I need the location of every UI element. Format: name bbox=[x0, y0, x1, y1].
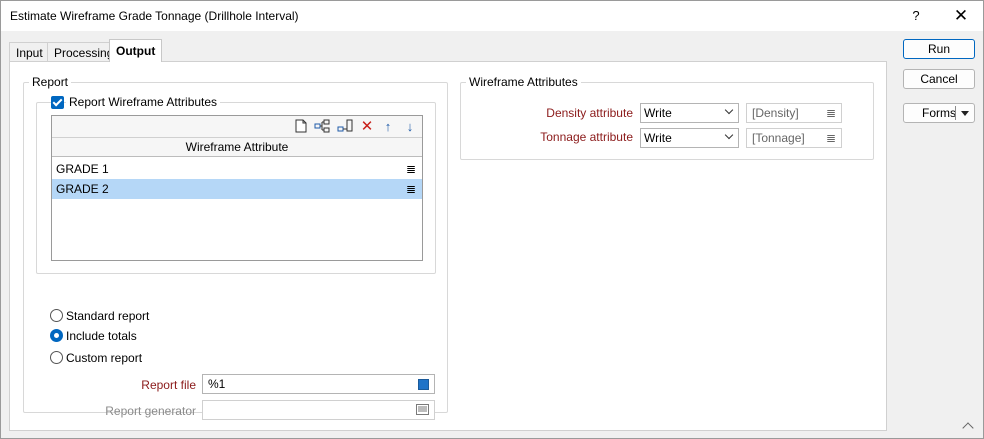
density-mode-select[interactable]: Write bbox=[640, 103, 739, 123]
report-file-label: Report file bbox=[141, 378, 196, 392]
report-file-input[interactable]: %1 bbox=[202, 374, 435, 394]
tonnage-mode-value: Write bbox=[644, 131, 672, 145]
dialog-window: Estimate Wireframe Grade Tonnage (Drillh… bbox=[0, 0, 984, 439]
cancel-button[interactable]: Cancel bbox=[903, 69, 975, 89]
forms-button[interactable]: Forms bbox=[903, 103, 975, 123]
chevron-down-icon bbox=[724, 105, 734, 115]
report-wireframe-checkbox[interactable] bbox=[51, 96, 64, 109]
chevron-down-icon bbox=[724, 130, 734, 140]
wireframe-attributes-group: Wireframe Attributes Density attribute W… bbox=[460, 75, 874, 160]
tab-input[interactable]: Input bbox=[9, 42, 50, 61]
close-icon[interactable]: ✕ bbox=[950, 6, 972, 26]
window-title: Estimate Wireframe Grade Tonnage (Drillh… bbox=[10, 9, 299, 23]
report-generator-label: Report generator bbox=[105, 404, 196, 418]
density-attribute-input[interactable]: [Density] ≣ bbox=[746, 103, 842, 123]
list-icon[interactable]: ≣ bbox=[826, 132, 836, 144]
row-menu-icon[interactable]: ≣ bbox=[406, 179, 416, 199]
report-group: Report Report Wireframe Attributes ✕ ↑ ↓… bbox=[23, 75, 448, 420]
run-button[interactable]: Run bbox=[903, 39, 975, 59]
tab-output[interactable]: Output bbox=[109, 39, 163, 62]
insert-after-icon[interactable] bbox=[337, 119, 353, 135]
help-icon[interactable]: ? bbox=[906, 6, 926, 26]
report-file-value: %1 bbox=[208, 377, 226, 391]
wireframe-attributes-label: Wireframe Attributes bbox=[466, 75, 581, 89]
list-item-label: GRADE 1 bbox=[56, 162, 109, 176]
include-totals-label[interactable]: Include totals bbox=[66, 329, 137, 343]
insert-icon[interactable] bbox=[314, 119, 330, 135]
report-group-label: Report bbox=[29, 75, 72, 89]
list-item[interactable]: GRADE 1 ≣ bbox=[52, 159, 422, 179]
list-toolbar: ✕ ↑ ↓ bbox=[52, 116, 422, 138]
output-panel: Report Report Wireframe Attributes ✕ ↑ ↓… bbox=[9, 61, 887, 431]
split-divider bbox=[955, 106, 956, 120]
move-down-icon[interactable]: ↓ bbox=[402, 119, 418, 135]
report-wireframe-checkbox-label[interactable]: Report Wireframe Attributes bbox=[66, 95, 221, 109]
color-picker-icon[interactable] bbox=[418, 379, 429, 390]
new-icon[interactable] bbox=[293, 119, 309, 135]
density-attribute-value: [Density] bbox=[752, 106, 799, 120]
custom-report-label[interactable]: Custom report bbox=[66, 351, 142, 365]
custom-report-radio[interactable] bbox=[50, 351, 63, 364]
standard-report-radio[interactable] bbox=[50, 309, 63, 322]
delete-icon[interactable]: ✕ bbox=[359, 119, 375, 135]
tonnage-attribute-input[interactable]: [Tonnage] ≣ bbox=[746, 128, 842, 148]
include-totals-radio[interactable] bbox=[50, 329, 63, 342]
standard-report-label[interactable]: Standard report bbox=[66, 309, 149, 323]
tonnage-attribute-label: Tonnage attribute bbox=[540, 130, 633, 144]
list-column-header[interactable]: Wireframe Attribute bbox=[52, 138, 422, 157]
list-item-label: GRADE 2 bbox=[56, 182, 109, 196]
title-bar: Estimate Wireframe Grade Tonnage (Drillh… bbox=[1, 1, 983, 31]
list-icon[interactable]: ≣ bbox=[826, 107, 836, 119]
move-up-icon[interactable]: ↑ bbox=[380, 119, 396, 135]
tonnage-attribute-value: [Tonnage] bbox=[752, 131, 805, 145]
dropdown-arrow-icon[interactable] bbox=[961, 111, 969, 116]
density-attribute-label: Density attribute bbox=[546, 106, 633, 120]
report-wireframe-group: Report Wireframe Attributes ✕ ↑ ↓ Wirefr… bbox=[36, 95, 436, 274]
browse-icon[interactable] bbox=[416, 404, 429, 417]
wireframe-attribute-list: ✕ ↑ ↓ Wireframe Attribute GRADE 1 ≣ GRAD… bbox=[51, 115, 423, 261]
report-generator-input[interactable] bbox=[202, 400, 435, 420]
list-item[interactable]: GRADE 2 ≣ bbox=[52, 179, 422, 199]
forms-button-label: Forms bbox=[922, 106, 956, 120]
tonnage-mode-select[interactable]: Write bbox=[640, 128, 739, 148]
collapse-chevron-icon[interactable] bbox=[962, 422, 974, 434]
row-menu-icon[interactable]: ≣ bbox=[406, 159, 416, 179]
density-mode-value: Write bbox=[644, 106, 672, 120]
